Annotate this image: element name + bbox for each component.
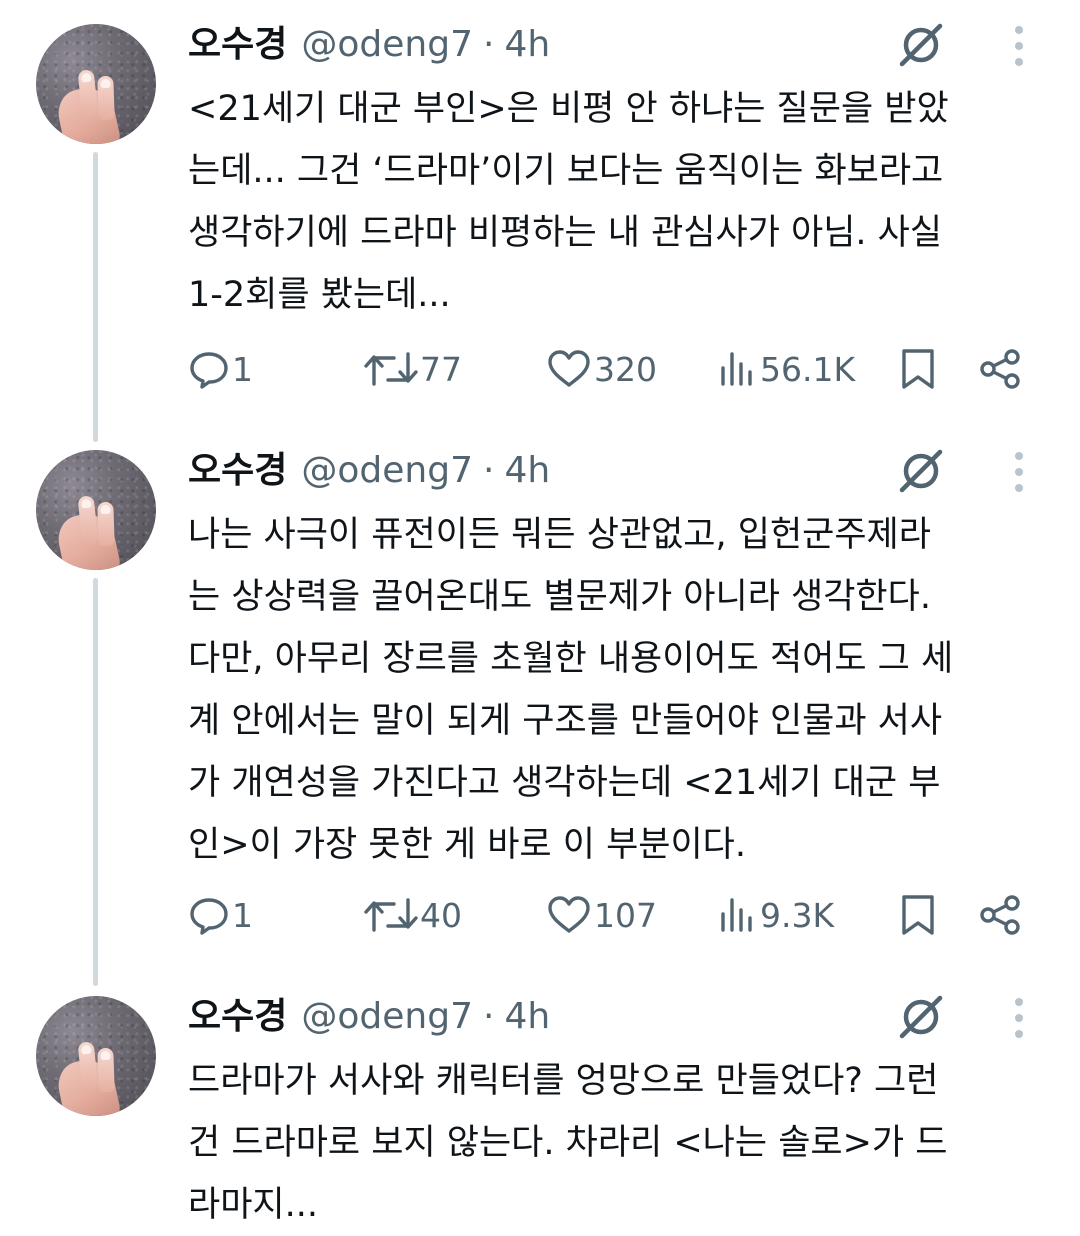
grok-icon[interactable] xyxy=(896,22,946,68)
share-button[interactable] xyxy=(978,890,1022,940)
timestamp[interactable]: 4h xyxy=(504,446,550,496)
reply-count: 1 xyxy=(232,349,253,389)
reply-button[interactable]: 1 xyxy=(188,344,253,394)
tweet-header: 오수경 @odeng7 · 4h xyxy=(188,446,550,496)
repost-button[interactable]: 77 xyxy=(364,344,462,394)
display-name[interactable]: 오수경 xyxy=(188,446,287,496)
more-icon[interactable] xyxy=(1006,24,1032,68)
grok-icon[interactable] xyxy=(896,448,946,494)
more-icon[interactable] xyxy=(1006,450,1032,494)
share-icon xyxy=(980,895,1020,935)
like-icon xyxy=(548,350,590,387)
like-button[interactable]: 107 xyxy=(546,890,657,940)
bookmark-icon xyxy=(902,349,934,389)
repost-count: 77 xyxy=(420,349,462,389)
user-handle[interactable]: @odeng7 xyxy=(301,992,473,1042)
tweet-text: 드라마가 서사와 캐릭터를 엉망으로 만들었다? 그런 건 드라마로 보지 않는… xyxy=(188,1061,948,1225)
bookmark-icon xyxy=(902,895,934,935)
repost-icon xyxy=(364,898,418,932)
reply-count: 1 xyxy=(232,895,253,935)
separator: · xyxy=(482,450,495,491)
views-icon xyxy=(721,352,752,386)
repost-count: 40 xyxy=(420,895,462,935)
separator: · xyxy=(482,24,495,65)
tweet-header: 오수경 @odeng7 · 4h xyxy=(188,992,550,1042)
repost-icon xyxy=(364,352,418,386)
like-count: 320 xyxy=(594,349,657,389)
bookmark-button[interactable] xyxy=(898,344,938,394)
tweet-text: <21세기 대군 부인>은 비평 안 하냐는 질문을 받았 는데... 그건 ‘… xyxy=(188,89,949,315)
like-button[interactable]: 320 xyxy=(546,344,657,394)
reply-icon xyxy=(190,898,228,935)
like-count: 107 xyxy=(594,895,657,935)
separator: · xyxy=(482,996,495,1037)
views-button[interactable]: 56.1K xyxy=(718,344,855,394)
reply-icon xyxy=(190,352,228,389)
more-icon[interactable] xyxy=(1006,996,1032,1040)
avatar[interactable] xyxy=(36,450,156,570)
share-icon xyxy=(980,349,1020,389)
views-count: 9.3K xyxy=(760,895,835,935)
share-button[interactable] xyxy=(978,344,1022,394)
repost-button[interactable]: 40 xyxy=(364,890,462,940)
views-icon xyxy=(721,898,752,932)
tweet-actions: 1 77 320 56.1K xyxy=(188,344,1050,394)
tweet[interactable]: 오수경 @odeng7 · 4h 드라마가 서사와 캐릭터를 엉망으로 만들었다… xyxy=(0,992,1080,1231)
grok-icon[interactable] xyxy=(896,994,946,1040)
display-name[interactable]: 오수경 xyxy=(188,20,287,70)
display-name[interactable]: 오수경 xyxy=(188,992,287,1042)
tweet[interactable]: 오수경 @odeng7 · 4h 나는 사극이 퓨전이든 뭐든 상관없고, 입헌… xyxy=(0,446,1080,966)
avatar[interactable] xyxy=(36,24,156,144)
like-icon xyxy=(548,896,590,933)
tweet-text: 나는 사극이 퓨전이든 뭐든 상관없고, 입헌군주제라 는 상상력을 끌어온대도… xyxy=(188,515,954,865)
views-count: 56.1K xyxy=(760,349,856,389)
views-button[interactable]: 9.3K xyxy=(718,890,834,940)
tweet-header: 오수경 @odeng7 · 4h xyxy=(188,20,550,70)
user-handle[interactable]: @odeng7 xyxy=(301,20,473,70)
reply-button[interactable]: 1 xyxy=(188,890,253,940)
timestamp[interactable]: 4h xyxy=(504,20,550,70)
timestamp[interactable]: 4h xyxy=(504,992,550,1042)
bookmark-button[interactable] xyxy=(898,890,938,940)
avatar[interactable] xyxy=(36,996,156,1116)
tweet[interactable]: 오수경 @odeng7 · 4h <21세기 대군 부인>은 비평 안 하냐는 … xyxy=(0,20,1080,420)
tweet-actions: 1 40 107 9.3K xyxy=(188,890,1050,940)
user-handle[interactable]: @odeng7 xyxy=(301,446,473,496)
